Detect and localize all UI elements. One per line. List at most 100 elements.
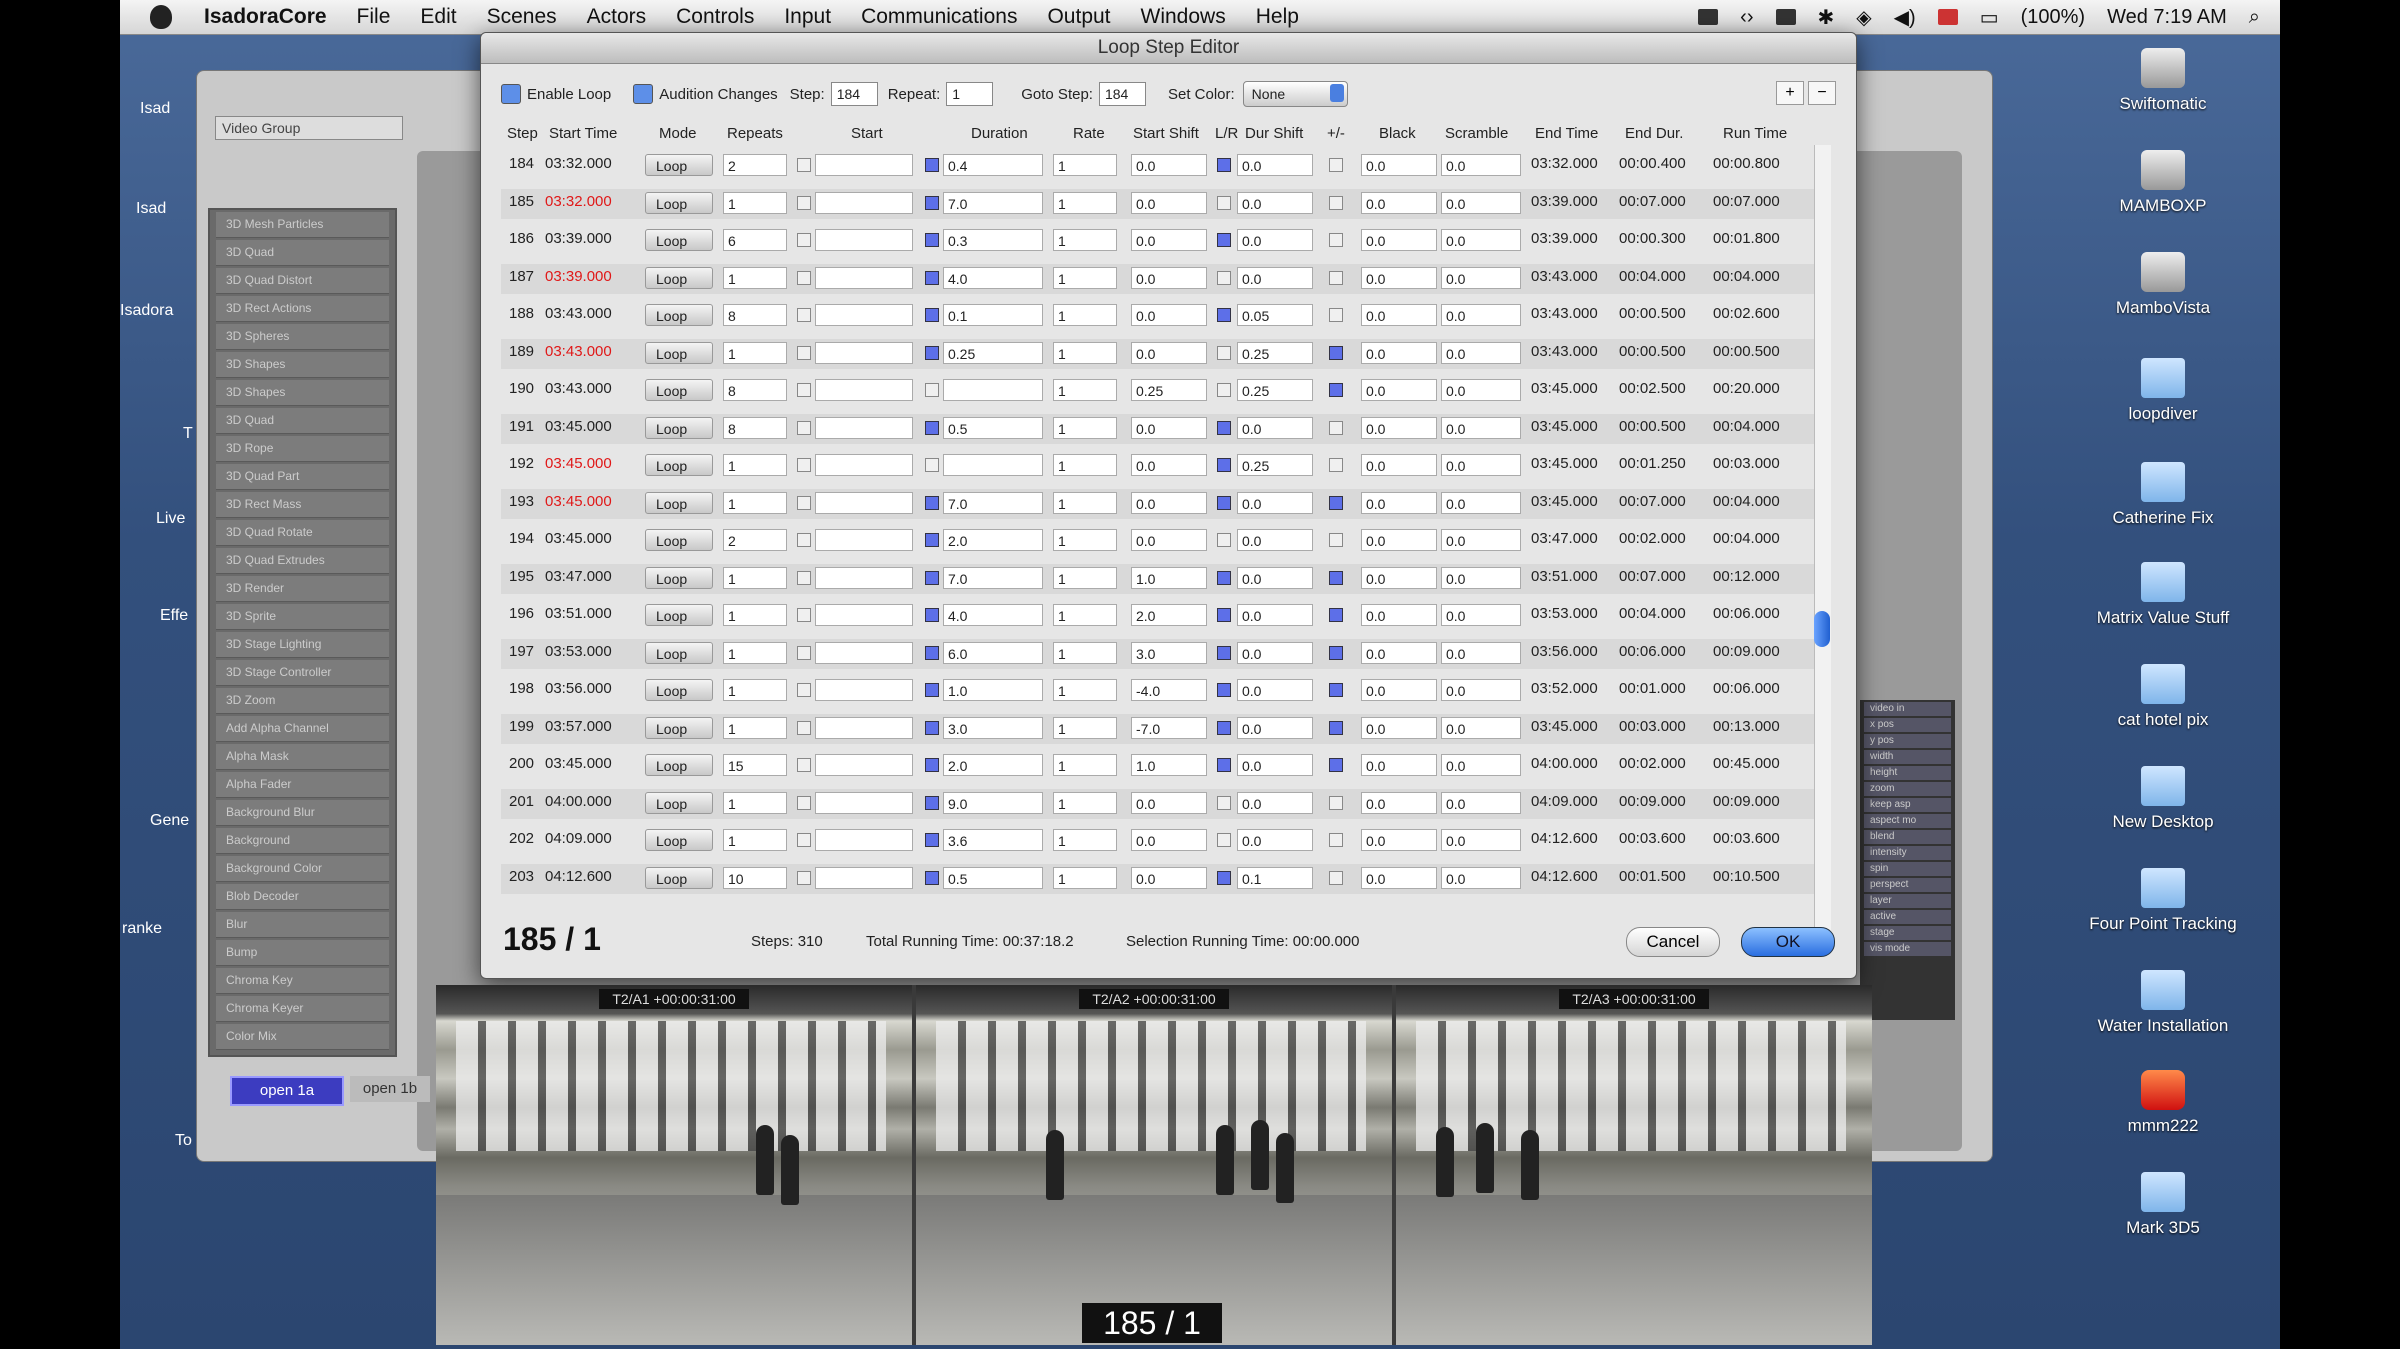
- black-field[interactable]: 0.0: [1361, 604, 1437, 626]
- start-shift-field[interactable]: 0.0: [1131, 266, 1207, 289]
- plus-minus-checkbox[interactable]: [1329, 270, 1343, 285]
- dur-shift-field[interactable]: 0.25: [1237, 454, 1313, 476]
- rate-field[interactable]: 1: [1053, 416, 1117, 439]
- start-shift-field[interactable]: 0.0: [1131, 791, 1207, 814]
- col-plus-minus[interactable]: +/-: [1327, 125, 1345, 142]
- start-shift-field[interactable]: 0.0: [1131, 416, 1207, 439]
- repeats-field[interactable]: 1: [723, 454, 787, 476]
- plus-minus-checkbox[interactable]: [1329, 645, 1343, 660]
- input-label[interactable]: layer: [1864, 894, 1951, 908]
- scramble-field[interactable]: 0.0: [1441, 191, 1521, 214]
- menu-help[interactable]: Help: [1256, 5, 1299, 29]
- scene-tab[interactable]: open 1b: [350, 1076, 430, 1102]
- desktop-icon[interactable]: cat hotel pix: [2078, 664, 2248, 730]
- duration-checkbox[interactable]: [925, 683, 939, 697]
- mode-select[interactable]: Loop: [645, 379, 713, 401]
- start-field[interactable]: [815, 566, 913, 589]
- dur-shift-field[interactable]: 0.0: [1237, 679, 1313, 701]
- start-field[interactable]: [815, 604, 913, 626]
- input-label[interactable]: spin: [1864, 862, 1951, 876]
- start-shift-field[interactable]: -7.0: [1131, 716, 1207, 739]
- start-shift-field[interactable]: 0.0: [1131, 341, 1207, 364]
- battery-icon[interactable]: ▭: [1980, 5, 1999, 30]
- group-label[interactable]: Video Group: [215, 116, 403, 140]
- mode-select[interactable]: Loop: [645, 791, 713, 814]
- input-label[interactable]: keep asp: [1864, 798, 1951, 812]
- input-label[interactable]: width: [1864, 750, 1951, 764]
- scramble-field[interactable]: 0.0: [1441, 229, 1521, 251]
- duration-field[interactable]: 4.0: [943, 266, 1043, 289]
- list-item[interactable]: 3D Shapes: [216, 352, 389, 378]
- plus-minus-checkbox[interactable]: [1329, 458, 1343, 472]
- duration-checkbox[interactable]: [925, 645, 939, 660]
- list-item[interactable]: Alpha Mask: [216, 744, 389, 770]
- mode-select[interactable]: Loop: [645, 641, 713, 664]
- lr-checkbox[interactable]: [1217, 870, 1231, 885]
- repeats-field[interactable]: 8: [723, 379, 787, 401]
- rate-field[interactable]: 1: [1053, 754, 1117, 776]
- start-shift-field[interactable]: 0.0: [1131, 829, 1207, 851]
- scramble-field[interactable]: 0.0: [1441, 641, 1521, 664]
- input-label[interactable]: active: [1864, 910, 1951, 924]
- desktop-icon[interactable]: loopdiver: [2078, 358, 2248, 424]
- goto-step-field[interactable]: 184: [1098, 82, 1146, 106]
- start-shift-field[interactable]: 0.0: [1131, 491, 1207, 514]
- list-item[interactable]: 3D Spheres: [216, 324, 389, 350]
- list-item[interactable]: Alpha Fader: [216, 772, 389, 798]
- table-row[interactable]: 196 03:51.000 Loop 1 4.0 1 2.0 0.0 0.0 0.0 03:53.0…: [501, 601, 1821, 631]
- rate-field[interactable]: 1: [1053, 304, 1117, 326]
- input-label[interactable]: video in: [1864, 702, 1951, 716]
- rate-field[interactable]: 1: [1053, 341, 1117, 364]
- rate-field[interactable]: 1: [1053, 191, 1117, 214]
- start-checkbox[interactable]: [797, 795, 811, 810]
- mode-select[interactable]: Loop: [645, 604, 713, 626]
- duration-checkbox[interactable]: [925, 383, 939, 397]
- table-row[interactable]: 201 04:00.000 Loop 1 9.0 1 0.0 0.0 0.0 0.0 04:09.0…: [501, 788, 1821, 819]
- scramble-field[interactable]: 0.0: [1441, 341, 1521, 364]
- table-row[interactable]: 188 03:43.000 Loop 8 0.1 1 0.0 0.05 0.0 0.0 03:43.…: [501, 301, 1821, 331]
- table-row[interactable]: 185 03:32.000 Loop 1 7.0 1 0.0 0.0 0.0 0.0 03:39.0…: [501, 188, 1821, 219]
- duration-field[interactable]: 0.4: [943, 154, 1043, 176]
- lr-checkbox[interactable]: [1217, 645, 1231, 660]
- start-field[interactable]: [815, 191, 913, 214]
- duration-field[interactable]: 1.0: [943, 679, 1043, 701]
- scene-tab[interactable]: open 1a: [230, 1076, 344, 1106]
- black-field[interactable]: 0.0: [1361, 566, 1437, 589]
- start-checkbox[interactable]: [797, 233, 811, 247]
- start-shift-field[interactable]: 1.0: [1131, 566, 1207, 589]
- menu-actors[interactable]: Actors: [587, 5, 647, 29]
- duration-checkbox[interactable]: [925, 270, 939, 285]
- table-scrollbar[interactable]: [1814, 145, 1831, 935]
- table-row[interactable]: 202 04:09.000 Loop 1 3.6 1 0.0 0.0 0.0 0.0 04:12.6…: [501, 826, 1821, 856]
- duration-field[interactable]: 9.0: [943, 791, 1043, 814]
- list-item[interactable]: Background Color: [216, 856, 389, 882]
- desktop-icon[interactable]: Matrix Value Stuff: [2078, 562, 2248, 628]
- table-row[interactable]: 190 03:43.000 Loop 8 1 0.25 0.25 0.0 0.0 03:45.00…: [501, 376, 1821, 406]
- dur-shift-field[interactable]: 0.0: [1237, 191, 1313, 214]
- plus-minus-checkbox[interactable]: [1329, 608, 1343, 622]
- menu-app[interactable]: IsadoraCore: [204, 5, 327, 29]
- start-checkbox[interactable]: [797, 608, 811, 622]
- dur-shift-field[interactable]: 0.0: [1237, 154, 1313, 176]
- menu-scenes[interactable]: Scenes: [487, 5, 557, 29]
- duration-field[interactable]: 6.0: [943, 641, 1043, 664]
- start-checkbox[interactable]: [797, 458, 811, 472]
- duration-checkbox[interactable]: [925, 158, 939, 172]
- list-item[interactable]: 3D Quad: [216, 240, 389, 266]
- lr-checkbox[interactable]: [1217, 158, 1231, 172]
- plus-minus-checkbox[interactable]: [1329, 720, 1343, 735]
- list-item[interactable]: 3D Shapes: [216, 380, 389, 406]
- lr-checkbox[interactable]: [1217, 795, 1231, 810]
- desktop-icon[interactable]: Water Installation: [2078, 970, 2248, 1036]
- mode-select[interactable]: Loop: [645, 679, 713, 701]
- dur-shift-field[interactable]: 0.0: [1237, 566, 1313, 589]
- plus-minus-checkbox[interactable]: [1329, 795, 1343, 810]
- col-duration[interactable]: Duration: [971, 125, 1028, 142]
- scramble-field[interactable]: 0.0: [1441, 791, 1521, 814]
- black-field[interactable]: 0.0: [1361, 529, 1437, 551]
- col-dur-shift[interactable]: Dur Shift: [1245, 125, 1303, 142]
- mode-select[interactable]: Loop: [645, 754, 713, 776]
- duration-checkbox[interactable]: [925, 570, 939, 585]
- table-row[interactable]: 191 03:45.000 Loop 8 0.5 1 0.0 0.0 0.0 0.0 03:45.0…: [501, 413, 1821, 444]
- start-checkbox[interactable]: [797, 720, 811, 735]
